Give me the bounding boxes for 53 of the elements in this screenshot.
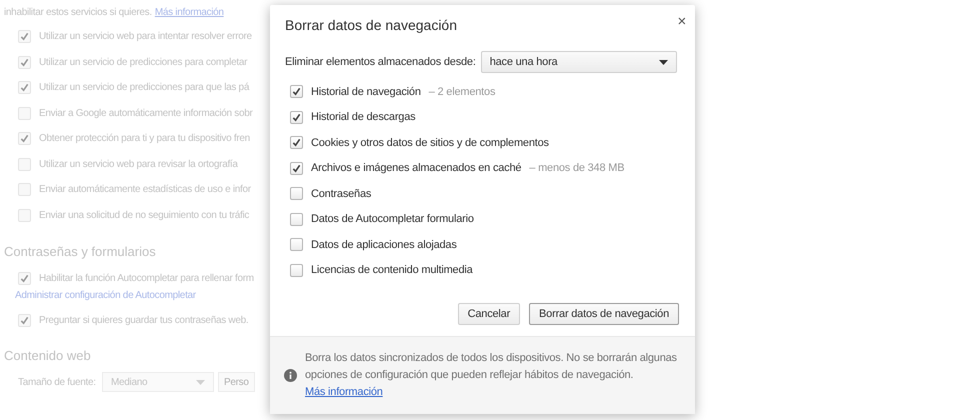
checkmark-icon (292, 138, 301, 148)
option-label: Licencias de contenido multimedia (311, 263, 473, 278)
checkbox[interactable] (290, 85, 303, 98)
caret-icon (658, 60, 668, 64)
dialog-title: Borrar datos de navegación (285, 16, 457, 35)
option-label: Datos de aplicaciones alojadas (311, 238, 457, 252)
option-detail: – menos de 348 MB (529, 161, 624, 176)
intro-text: inhabilitar estos servicios si quieres. (4, 6, 152, 20)
section-heading: Contraseñas y formularios (4, 243, 156, 261)
option-detail: – 2 elementos (428, 84, 496, 100)
more-info-link[interactable]: Más información (305, 386, 383, 398)
checkmark-icon (20, 58, 29, 67)
clear-data-button[interactable]: Borrar datos de navegación (529, 303, 679, 325)
option-label: Contraseñas (311, 186, 372, 202)
option-label: Enviar automáticamente estadísticas de uso e infor (39, 183, 251, 198)
option-label: Obtener protección para ti y para tu dispositivo fren (39, 132, 250, 146)
checkbox[interactable] (290, 162, 303, 175)
option-label: Archivos e imágenes almacenados en caché (311, 161, 522, 176)
time-range-select[interactable]: hace una hora (480, 51, 677, 73)
option-label: Historial de descargas (311, 110, 416, 125)
checkmark-icon (20, 83, 29, 92)
time-range-label: Eliminar elementos almacenados desde: (285, 54, 476, 70)
option-label: Historial de navegación (311, 84, 421, 100)
section-heading: Contenido web (4, 347, 91, 365)
caret-icon (196, 380, 205, 384)
option-label: Enviar una solicitud de no seguimiento con tu tráfic (39, 208, 250, 223)
checkbox[interactable] (290, 212, 303, 226)
option-label: Cookies y otros datos de sitios y de complementos (311, 136, 549, 150)
checkbox[interactable] (290, 110, 303, 124)
checkmark-icon (292, 87, 301, 96)
checkmark-icon (292, 112, 301, 122)
option-label: Preguntar si quieres guardar tus contraseñas web. (39, 314, 248, 328)
cancel-button[interactable]: Cancelar (458, 303, 520, 325)
checkbox[interactable] (290, 136, 303, 150)
option-label: Utilizar un servicio web para intentar resolver errore (39, 30, 252, 44)
option-label: Utilizar un servicio de predicciones para completar (39, 56, 248, 70)
option-label: Utilizar un servicio de predicciones para que las pá (39, 81, 250, 96)
checkmark-icon (20, 32, 29, 42)
close-button[interactable]: × (677, 14, 686, 29)
font-size-label: Tamaño de fuente: (18, 376, 97, 390)
checkmark-icon (20, 274, 29, 282)
option-label: Habilitar la función Autocompletar para rellenar form (39, 272, 254, 286)
checkmark-icon (20, 316, 29, 324)
checkmark-icon (292, 164, 301, 173)
checkbox[interactable] (290, 187, 303, 200)
option-label: Utilizar un servicio web para revisar la ortografía (39, 158, 238, 172)
option-label: Enviar a Google automáticamente información sobr (39, 106, 252, 121)
info-icon (284, 369, 297, 382)
checkmark-icon (20, 134, 29, 144)
sync-notice: Borra los datos sincronizados de todos los dispositivos. No se borrarán algunas opciones de configuración que pueden reflejar hábitos de navegación. Más información (305, 351, 677, 400)
option-label: Datos de Autocompletar formulario (311, 212, 474, 227)
checkbox[interactable] (290, 264, 303, 277)
checkbox[interactable] (290, 238, 303, 252)
